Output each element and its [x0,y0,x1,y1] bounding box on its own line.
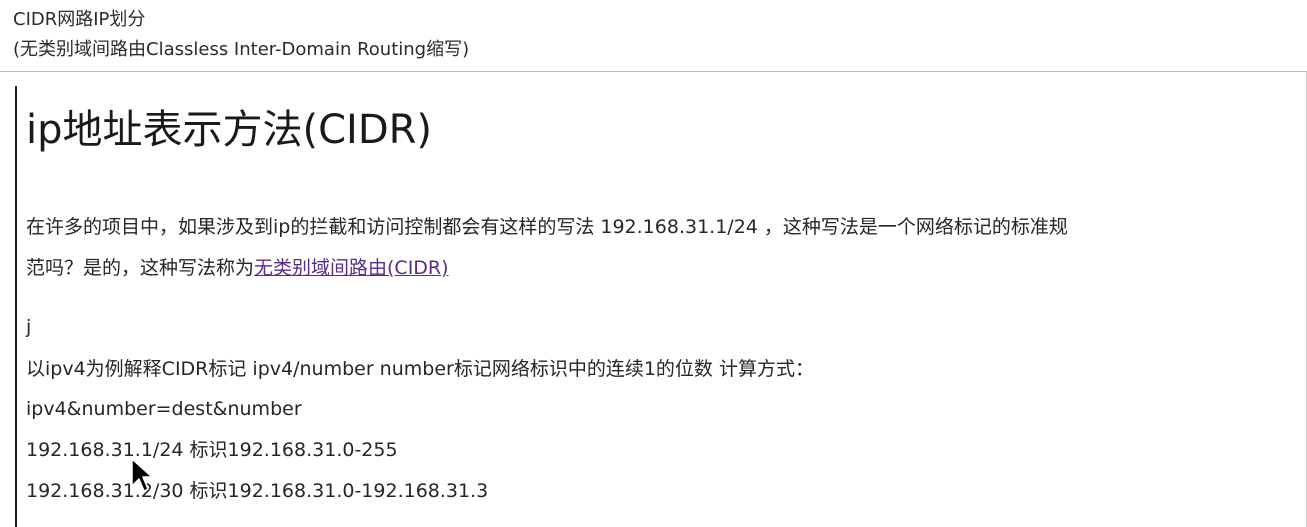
text-line-example-1: 192.168.31.1/24 标识192.168.31.0-255 [26,439,398,461]
paragraph-line-1: 在许多的项目中，如果涉及到ip的拦截和访问控制都会有这样的写法 192.168.… [26,216,1068,238]
document-content[interactable]: ip地址表示方法(CIDR) 在许多的项目中，如果涉及到ip的拦截和访问控制都会… [15,86,1302,527]
document-heading: ip地址表示方法(CIDR) [26,107,433,153]
note-header: CIDR网路IP划分 (无类别域间路由Classless Inter-Domai… [0,0,1307,72]
mouse-pointer-icon [131,458,153,492]
cidr-link[interactable]: 无类别域间路由(CIDR) [254,257,449,279]
paragraph-line-2-text: 范吗？是的，这种写法称为 [26,257,255,279]
text-line-formula: ipv4&number=dest&number [26,398,302,420]
header-divider [0,71,1307,72]
note-page: CIDR网路IP划分 (无类别域间路由Classless Inter-Domai… [0,0,1307,527]
note-title-line-1: CIDR网路IP划分 [13,9,146,30]
text-line-explanation: 以ipv4为例解释CIDR标记 ipv4/number number标记网络标识… [26,358,814,380]
paragraph-line-2: 范吗？是的，这种写法称为无类别域间路由(CIDR) [26,255,449,281]
text-line-example-2: 192.168.31.2/30 标识192.168.31.0-192.168.3… [26,480,489,502]
text-line-j: j [26,316,32,338]
note-title-line-2: (无类别域间路由Classless Inter-Domain Routing缩写… [13,39,470,60]
